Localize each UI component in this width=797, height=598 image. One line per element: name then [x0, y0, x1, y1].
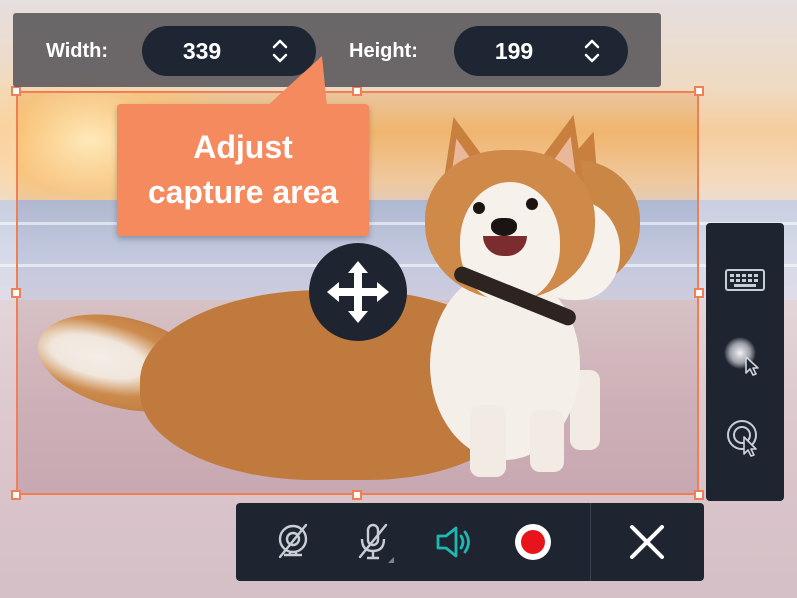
resize-handle-bottom-center[interactable]: [352, 490, 362, 500]
effects-panel: [706, 223, 784, 501]
record-button[interactable]: [508, 517, 558, 567]
resize-handle-top-left[interactable]: [11, 86, 21, 96]
speaker-icon: [436, 526, 470, 558]
system-audio-toggle-button[interactable]: [428, 517, 478, 567]
click-effect-button[interactable]: [720, 413, 770, 463]
move-capture-area-button[interactable]: [309, 243, 407, 341]
microphone-off-icon: [358, 523, 394, 563]
keystrokes-button[interactable]: [720, 255, 770, 305]
webcam-off-icon: [278, 523, 308, 559]
keyboard-icon: [725, 269, 765, 291]
cursor-highlight-icon: [724, 337, 759, 376]
height-value[interactable]: 199: [454, 26, 574, 76]
toolbar-separator: [590, 503, 591, 581]
width-label: Width:: [46, 40, 109, 62]
resize-handle-bottom-right[interactable]: [694, 490, 704, 500]
resize-handle-middle-right[interactable]: [694, 288, 704, 298]
resize-handle-middle-left[interactable]: [11, 288, 21, 298]
resize-handle-top-right[interactable]: [694, 86, 704, 96]
width-value[interactable]: 339: [142, 26, 262, 76]
callout-line-1: Adjust: [193, 129, 293, 165]
resize-handle-top-center[interactable]: [352, 86, 362, 96]
webcam-toggle-button[interactable]: [268, 517, 318, 567]
resize-handle-bottom-left[interactable]: [11, 490, 21, 500]
record-icon: [515, 524, 551, 560]
close-icon: [630, 525, 664, 559]
callout-pointer: [267, 56, 327, 106]
move-icon: [327, 261, 389, 323]
height-label: Height:: [349, 40, 418, 62]
microphone-toggle-button[interactable]: [348, 517, 398, 567]
adjust-capture-area-callout: Adjust capture area: [117, 56, 369, 236]
cursor-click-icon: [727, 420, 757, 457]
callout-line-2: capture area: [147, 174, 339, 210]
up-down-arrows-icon[interactable]: [581, 37, 603, 65]
height-stepper[interactable]: 199: [454, 26, 628, 76]
recording-toolbar: [236, 503, 704, 581]
capture-size-bar: Width: 339 Height: 199: [13, 13, 661, 87]
close-button[interactable]: [622, 517, 672, 567]
cursor-highlight-button[interactable]: [720, 333, 770, 383]
